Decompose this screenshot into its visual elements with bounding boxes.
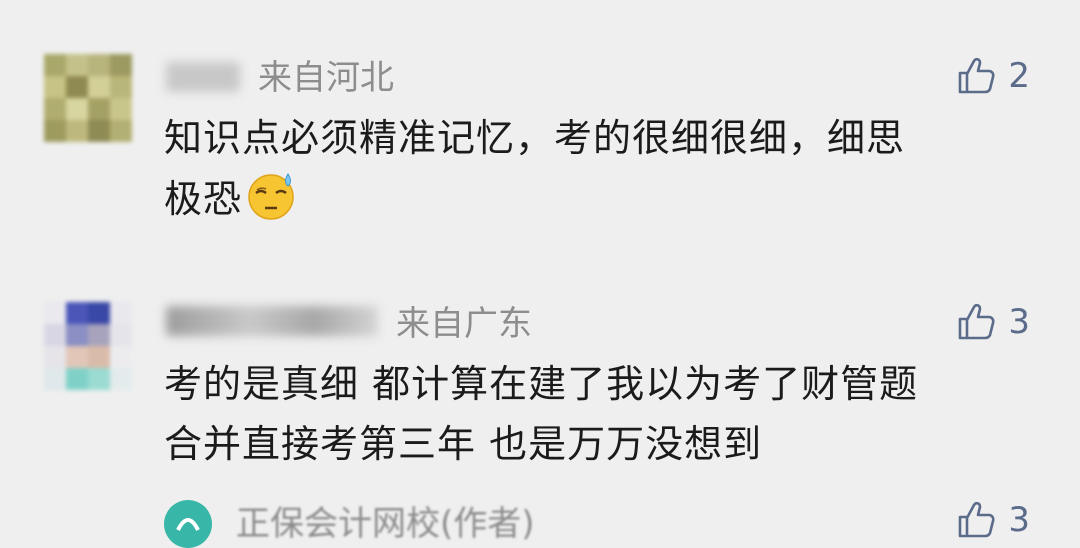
like-count: 3 bbox=[1008, 302, 1030, 342]
like-button[interactable]: 2 bbox=[956, 56, 1030, 96]
author-reply: 正保会计网校(作者) 3 bbox=[0, 480, 1080, 548]
comment-text-line: 极恐 bbox=[164, 168, 1044, 229]
like-button[interactable]: 3 bbox=[956, 302, 1030, 342]
comment-text-line: 知识点必须精准记忆，考的很细很细，细思 bbox=[164, 116, 906, 160]
nickname-blurred[interactable] bbox=[166, 62, 240, 92]
comment-text-line-2: 极恐 bbox=[164, 177, 243, 221]
like-count: 3 bbox=[1008, 500, 1030, 540]
comment-item: 来自广东 3 考的是真细 都计算在建了我以为考了财管题 合并直接考第三年 也是万… bbox=[0, 260, 1080, 480]
nickname-blurred[interactable] bbox=[166, 306, 378, 336]
like-button[interactable]: 3 bbox=[956, 500, 1030, 540]
comment-text-line: 考的是真细 都计算在建了我以为考了财管题 bbox=[164, 362, 919, 406]
comment-region: 来自广东 bbox=[396, 304, 532, 344]
comment-text: 考的是真细 都计算在建了我以为考了财管题 合并直接考第三年 也是万万没想到 bbox=[164, 354, 1044, 474]
thumbs-up-icon bbox=[959, 501, 995, 538]
comment-text: 知识点必须精准记忆，考的很细很细，细思 极恐 bbox=[164, 108, 1044, 229]
comment-text-line: 合并直接考第三年 也是万万没想到 bbox=[164, 422, 763, 466]
thumbs-up-icon bbox=[959, 303, 995, 340]
comment-item: 来自河北 2 知识点必须精准记忆，考的很细很细，细思 极恐 bbox=[0, 0, 1080, 260]
avatar[interactable] bbox=[44, 54, 132, 142]
thumbs-up-icon bbox=[959, 57, 995, 94]
avatar[interactable] bbox=[44, 302, 132, 398]
sweat-smile-emoji bbox=[248, 173, 294, 220]
author-logo-icon[interactable] bbox=[164, 500, 212, 548]
comment-region: 来自河北 bbox=[258, 58, 394, 98]
author-name[interactable]: 正保会计网校(作者) bbox=[236, 504, 535, 544]
like-count: 2 bbox=[1008, 56, 1030, 96]
